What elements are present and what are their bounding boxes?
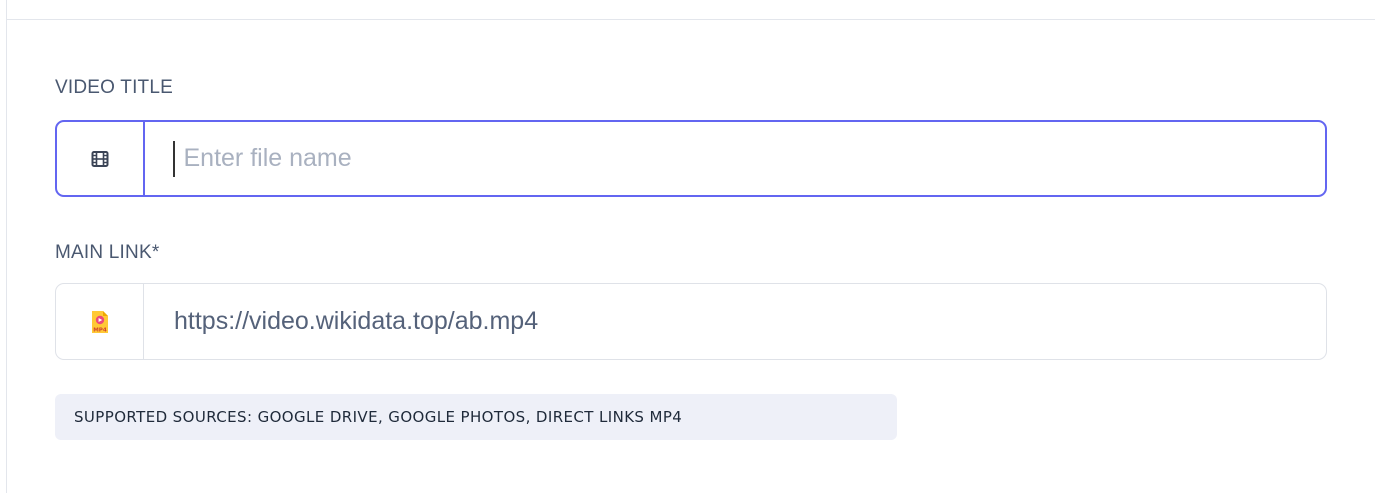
main-link-input-group[interactable]: MP4 https://video.wikidata.top/ab.mp4 — [55, 283, 1327, 360]
text-caret — [173, 140, 175, 177]
video-title-label: VIDEO TITLE — [55, 77, 173, 98]
supported-sources-badge: SUPPORTED SOURCES: GOOGLE DRIVE, GOOGLE … — [55, 394, 897, 440]
film-icon — [57, 122, 145, 195]
main-link-input[interactable]: https://video.wikidata.top/ab.mp4 — [144, 284, 1326, 359]
svg-text:MP4: MP4 — [93, 327, 107, 333]
header-divider — [7, 19, 1375, 20]
mp4-file-icon: MP4 — [56, 284, 144, 359]
video-title-input-group[interactable]: Enter file name — [55, 120, 1327, 197]
main-link-label: MAIN LINK* — [55, 242, 160, 263]
video-title-placeholder: Enter file name — [183, 144, 352, 172]
form-card: VIDEO TITLE Enter file name MAIN LINK* M… — [6, 0, 1375, 493]
video-title-input[interactable]: Enter file name — [145, 122, 1325, 195]
